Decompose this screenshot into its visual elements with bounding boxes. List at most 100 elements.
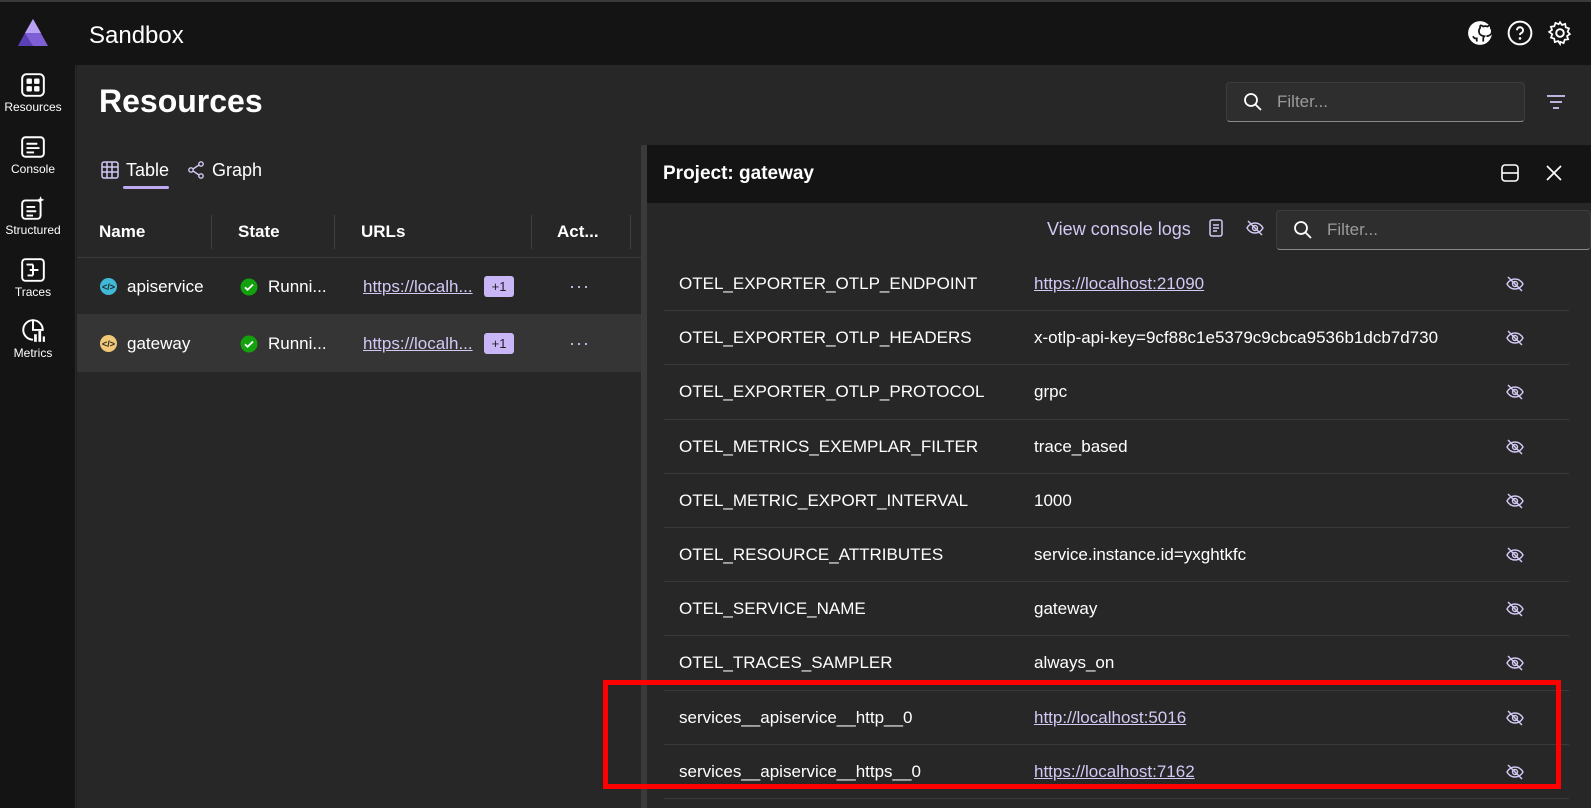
- more-urls-badge[interactable]: +1: [483, 276, 515, 297]
- hide-value-icon[interactable]: [1505, 274, 1525, 294]
- env-var-row: OTEL_METRIC_EXPORT_INTERVAL 1000: [664, 474, 1569, 528]
- nav-item-resources[interactable]: Resources: [0, 72, 66, 114]
- hide-value-icon[interactable]: [1505, 328, 1525, 348]
- column-header-actions[interactable]: Act...: [557, 205, 599, 258]
- env-filter[interactable]: [1276, 210, 1591, 250]
- nav-label: Structured: [5, 223, 61, 237]
- table-row[interactable]: </> gateway Runni... https://localh... +…: [77, 315, 642, 372]
- resource-url-link[interactable]: https://localh...: [363, 277, 473, 297]
- search-icon: [1294, 221, 1312, 239]
- env-var-value: gateway: [1034, 599, 1098, 619]
- nav-label: Metrics: [13, 346, 53, 360]
- running-check-icon: [240, 278, 258, 295]
- left-nav: Resources Console Structured Traces Metr…: [0, 65, 76, 808]
- env-var-value[interactable]: https://localhost:7162: [1034, 745, 1195, 799]
- page-title: Resources: [99, 83, 263, 119]
- env-var-name: OTEL_TRACES_SAMPLER: [679, 653, 893, 673]
- toggle-orientation-icon[interactable]: [1499, 162, 1521, 184]
- table-icon: [101, 161, 119, 179]
- row-actions-button[interactable]: ···: [569, 315, 590, 372]
- filter-options-icon[interactable]: [1545, 93, 1567, 111]
- env-var-row: OTEL_METRICS_EXEMPLAR_FILTER trace_based: [664, 420, 1569, 474]
- resource-state: Runni...: [268, 333, 327, 353]
- env-var-value: x-otlp-api-key=9cf88c1e5379c9cbca9536b1d…: [1034, 328, 1439, 348]
- running-check-icon: [240, 335, 258, 352]
- nav-item-console[interactable]: Console: [0, 134, 66, 176]
- document-icon[interactable]: [1206, 218, 1226, 238]
- env-var-row: services__apiservice__http__0 http://loca…: [664, 691, 1569, 745]
- settings-gear-icon[interactable]: [1547, 20, 1573, 46]
- env-var-value: always_on: [1034, 653, 1115, 673]
- tab-label: Table: [126, 159, 170, 180]
- hide-value-icon[interactable]: [1505, 599, 1525, 619]
- resources-table: Name State URLs Act... </> apiservice Ru…: [77, 205, 642, 372]
- env-var-row: OTEL_RESOURCE_ATTRIBUTES service.instance…: [664, 528, 1569, 583]
- more-urls-badge[interactable]: +1: [483, 333, 515, 354]
- env-var-value[interactable]: https://localhost:21090: [1034, 257, 1204, 311]
- env-var-value: 1000: [1034, 490, 1072, 510]
- env-var-row: OTEL_EXPORTER_OTLP_PROTOCOL grpc: [664, 365, 1569, 420]
- hide-value-icon[interactable]: [1505, 545, 1525, 565]
- env-var-name: OTEL_EXPORTER_OTLP_PROTOCOL: [679, 382, 985, 402]
- tab-table[interactable]: Table: [101, 155, 170, 189]
- github-icon[interactable]: [1467, 20, 1493, 46]
- env-var-name: services__apiservice__https__0: [679, 761, 921, 781]
- env-var-row: OTEL_SERVICE_NAME gateway: [664, 582, 1569, 637]
- table-header: Name State URLs Act...: [77, 205, 642, 258]
- tab-graph[interactable]: Graph: [187, 155, 262, 185]
- resource-name: gateway: [127, 333, 191, 353]
- env-var-value: service.instance.id=yxghtkfc: [1034, 544, 1247, 564]
- hide-value-icon[interactable]: [1505, 491, 1525, 511]
- close-icon[interactable]: [1543, 162, 1565, 184]
- env-var-value[interactable]: http://localhost:5016: [1034, 691, 1186, 745]
- traces-icon: [21, 258, 45, 282]
- resources-filter[interactable]: [1226, 82, 1525, 122]
- column-header-name[interactable]: Name: [99, 205, 145, 258]
- view-console-logs-link[interactable]: View console logs: [1047, 219, 1191, 240]
- nav-item-structured[interactable]: Structured: [0, 195, 66, 237]
- hide-value-icon[interactable]: [1505, 382, 1525, 402]
- env-var-row: OTEL_EXPORTER_OTLP_HEADERS x-otlp-api-key…: [664, 311, 1569, 366]
- hide-value-icon[interactable]: [1505, 708, 1525, 728]
- env-var-row: OTEL_TRACES_SAMPLER always_on: [664, 636, 1569, 691]
- search-icon: [1244, 93, 1262, 111]
- panel-toolbar: View console logs: [647, 203, 1591, 255]
- nav-item-traces[interactable]: Traces: [0, 257, 66, 299]
- app-title: Sandbox: [89, 22, 184, 49]
- view-tabs: Table Graph: [101, 155, 262, 189]
- env-var-value: grpc: [1034, 382, 1068, 402]
- env-var-name: OTEL_METRIC_EXPORT_INTERVAL: [679, 490, 969, 510]
- resources-filter-input[interactable]: [1277, 92, 1497, 112]
- panel-title: Project: gateway: [663, 163, 814, 184]
- graph-icon: [188, 161, 204, 179]
- help-icon[interactable]: [1507, 20, 1533, 46]
- hide-value-icon[interactable]: [1505, 653, 1525, 673]
- env-var-name: OTEL_SERVICE_NAME: [679, 599, 866, 619]
- table-row[interactable]: </> apiservice Runni... https://localh..…: [77, 258, 642, 315]
- project-icon: </>: [100, 335, 117, 352]
- environment-variables-list: OTEL_EXPORTER_OTLP_ENDPOINT https://local…: [664, 257, 1569, 799]
- env-var-row: OTEL_EXPORTER_OTLP_ENDPOINT https://local…: [664, 257, 1569, 312]
- resources-icon: [21, 73, 45, 97]
- resource-url-link[interactable]: https://localh...: [363, 334, 473, 354]
- resource-details-panel: Project: gateway View console logs Filte…: [647, 145, 1591, 808]
- console-icon: [21, 136, 45, 158]
- column-header-urls[interactable]: URLs: [361, 205, 405, 258]
- tab-label: Graph: [212, 159, 263, 180]
- nav-label: Console: [10, 162, 56, 176]
- structured-logs-icon: [21, 196, 45, 220]
- env-var-row: services__apiservice__https__0 https://lo…: [664, 745, 1569, 799]
- env-var-name: OTEL_METRICS_EXEMPLAR_FILTER: [679, 436, 979, 456]
- nav-item-metrics[interactable]: Metrics: [0, 318, 66, 360]
- row-actions-button[interactable]: ···: [569, 258, 590, 315]
- env-var-name: OTEL_EXPORTER_OTLP_ENDPOINT: [679, 274, 978, 293]
- hide-value-icon[interactable]: [1505, 437, 1525, 457]
- env-var-name: OTEL_RESOURCE_ATTRIBUTES: [679, 544, 944, 564]
- aspire-logo-icon[interactable]: [17, 18, 49, 48]
- hide-values-icon[interactable]: [1245, 218, 1265, 238]
- env-filter-input[interactable]: [1327, 220, 1547, 240]
- hide-value-icon[interactable]: [1505, 762, 1525, 782]
- column-header-state[interactable]: State: [238, 205, 280, 258]
- panel-header: Project: gateway: [647, 145, 1591, 203]
- resource-state: Runni...: [268, 276, 327, 296]
